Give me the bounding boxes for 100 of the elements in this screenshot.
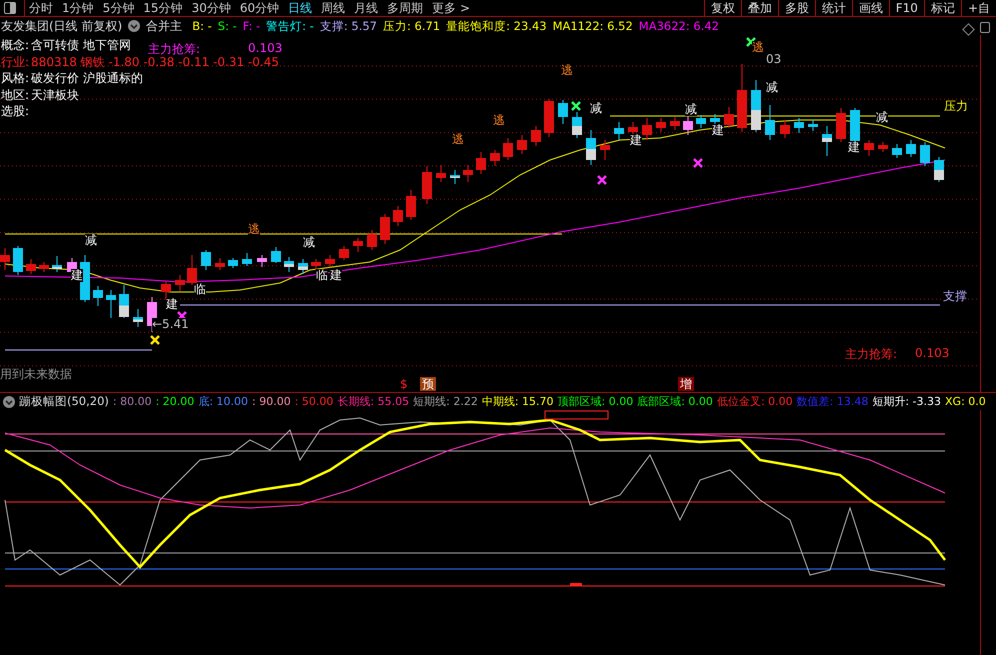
toolbar-button[interactable]: 复权 — [704, 0, 741, 16]
toolbar-button[interactable]: 多股 — [778, 0, 815, 16]
chart-label: 减 — [876, 111, 888, 124]
stock-title: 友发集团(日线 前复权) — [1, 18, 122, 34]
chart-label: 建 — [166, 298, 178, 311]
chart-label: 减 — [303, 236, 315, 249]
period-tab[interactable]: 更多 > — [432, 0, 470, 16]
chart-label: 逃 — [452, 133, 464, 146]
candlestick — [436, 164, 446, 182]
chart-label: 减 — [766, 81, 778, 94]
candlestick — [503, 138, 513, 160]
toolbar-button[interactable]: 叠加 — [740, 0, 778, 16]
cross-icon — [692, 158, 704, 168]
indicator-value: : 50.00 — [294, 395, 334, 408]
cross-icon — [596, 174, 608, 186]
panel-toggle-icon[interactable] — [4, 2, 16, 14]
info-value: 880318 钢铁 -1.80 -0.38 -0.11 -0.31 -0.45 — [31, 54, 279, 69]
candlestick — [0, 248, 10, 270]
candlestick — [228, 258, 238, 268]
period-tab[interactable]: 15分钟 — [143, 0, 183, 16]
period-tab[interactable]: 1分钟 — [62, 0, 94, 16]
candlestick — [175, 274, 185, 292]
candlestick — [52, 256, 62, 272]
indicator-value: 中期线: 15.70 — [482, 394, 554, 409]
candlestick — [751, 80, 761, 132]
candlestick — [794, 118, 804, 134]
candlestick — [614, 122, 624, 140]
indicator-value: 顶部区域: 0.00 — [558, 394, 634, 409]
period-tab[interactable]: 周线 — [321, 0, 346, 16]
candlestick — [531, 126, 541, 146]
period-tab[interactable]: 多周期 — [387, 0, 424, 16]
candlestick — [822, 126, 832, 156]
candlestick — [696, 114, 706, 128]
indicator-value: 短期线: 2.22 — [413, 394, 478, 409]
indicator-value: 低位金叉: 0.00 — [716, 394, 793, 409]
chart-label: 减 — [85, 234, 97, 247]
info-value: 含可转债 地下管网 — [31, 38, 131, 52]
candlestick — [934, 156, 944, 182]
indicator-value: : 20.00 — [156, 395, 194, 408]
signal-mark — [570, 583, 582, 586]
dropdown-icon[interactable] — [3, 396, 15, 408]
period-tab[interactable]: 30分钟 — [192, 0, 231, 16]
info-label: 地区: — [1, 88, 30, 102]
info-value: 天津板块 — [31, 88, 80, 102]
dropdown-icon[interactable] — [128, 20, 140, 32]
period-tab[interactable]: 月线 — [354, 0, 378, 16]
indicator-value: 数值差: 13.48 — [796, 394, 868, 409]
candlestick — [298, 258, 308, 274]
toolbar-button[interactable]: +自 — [960, 0, 996, 16]
indicator-value: 长期线: 55.05 — [337, 394, 410, 409]
indicator-value: 短期升: -3.33 — [872, 394, 942, 409]
candlestick — [737, 64, 747, 132]
period-tab[interactable]: 日线 — [288, 0, 312, 16]
candlestick — [878, 142, 888, 152]
candlestick — [450, 170, 460, 184]
candlestick — [892, 144, 902, 158]
toolbar-button[interactable]: F10 — [888, 0, 924, 16]
candlestick — [13, 246, 23, 276]
indicator-value: S: - — [218, 19, 237, 33]
period-tab[interactable]: 60分钟 — [240, 0, 280, 16]
toolbar-button[interactable]: 统计 — [814, 0, 852, 16]
chart-label: 建 — [712, 124, 724, 137]
candlestick — [106, 290, 116, 318]
info-value: 破发行价 沪股通标的 — [31, 71, 143, 86]
candlestick — [393, 206, 403, 226]
candlestick — [765, 104, 775, 140]
candlestick — [284, 256, 294, 272]
info-label: 选股: — [1, 104, 30, 118]
signal-badge: 增 — [678, 377, 694, 391]
candlestick — [836, 108, 846, 142]
candlestick — [558, 100, 568, 124]
period-tab[interactable]: 5分钟 — [102, 0, 134, 16]
toolbar-button[interactable]: 画线 — [852, 0, 889, 16]
signal-badge: 预 — [420, 377, 436, 391]
toolbar-button[interactable]: 标记 — [924, 0, 961, 16]
candlestick — [724, 106, 734, 128]
chart-label: 压力 — [944, 100, 968, 113]
candlestick — [257, 254, 267, 268]
indicator-value: MA1122: 6.52 — [552, 19, 633, 33]
candlestick — [656, 118, 666, 132]
candlestick — [119, 284, 129, 318]
mode-label[interactable]: 合并主 — [146, 18, 182, 34]
candlestick — [463, 164, 473, 182]
candlestick — [133, 308, 143, 328]
chart-label: 临 — [194, 283, 206, 296]
indicator-value: MA3622: 6.42 — [638, 19, 719, 33]
indicator-value: B: - — [192, 19, 212, 33]
window-icon[interactable] — [980, 22, 990, 33]
chart-label: 建 — [71, 269, 83, 282]
candlestick — [201, 250, 211, 270]
candlestick — [586, 130, 596, 166]
indicator-value: 底: 10.00 — [198, 394, 248, 409]
overlay-label: 主力抢筹: — [148, 41, 200, 57]
indicator-value: : 80.00 — [112, 395, 152, 408]
candlestick — [906, 140, 916, 158]
chart-label: 支撑 — [943, 290, 967, 303]
candlestick — [39, 262, 49, 272]
period-tab[interactable]: 分时 — [29, 0, 53, 16]
candlestick — [780, 120, 790, 138]
chart-label: 03 — [766, 53, 782, 66]
